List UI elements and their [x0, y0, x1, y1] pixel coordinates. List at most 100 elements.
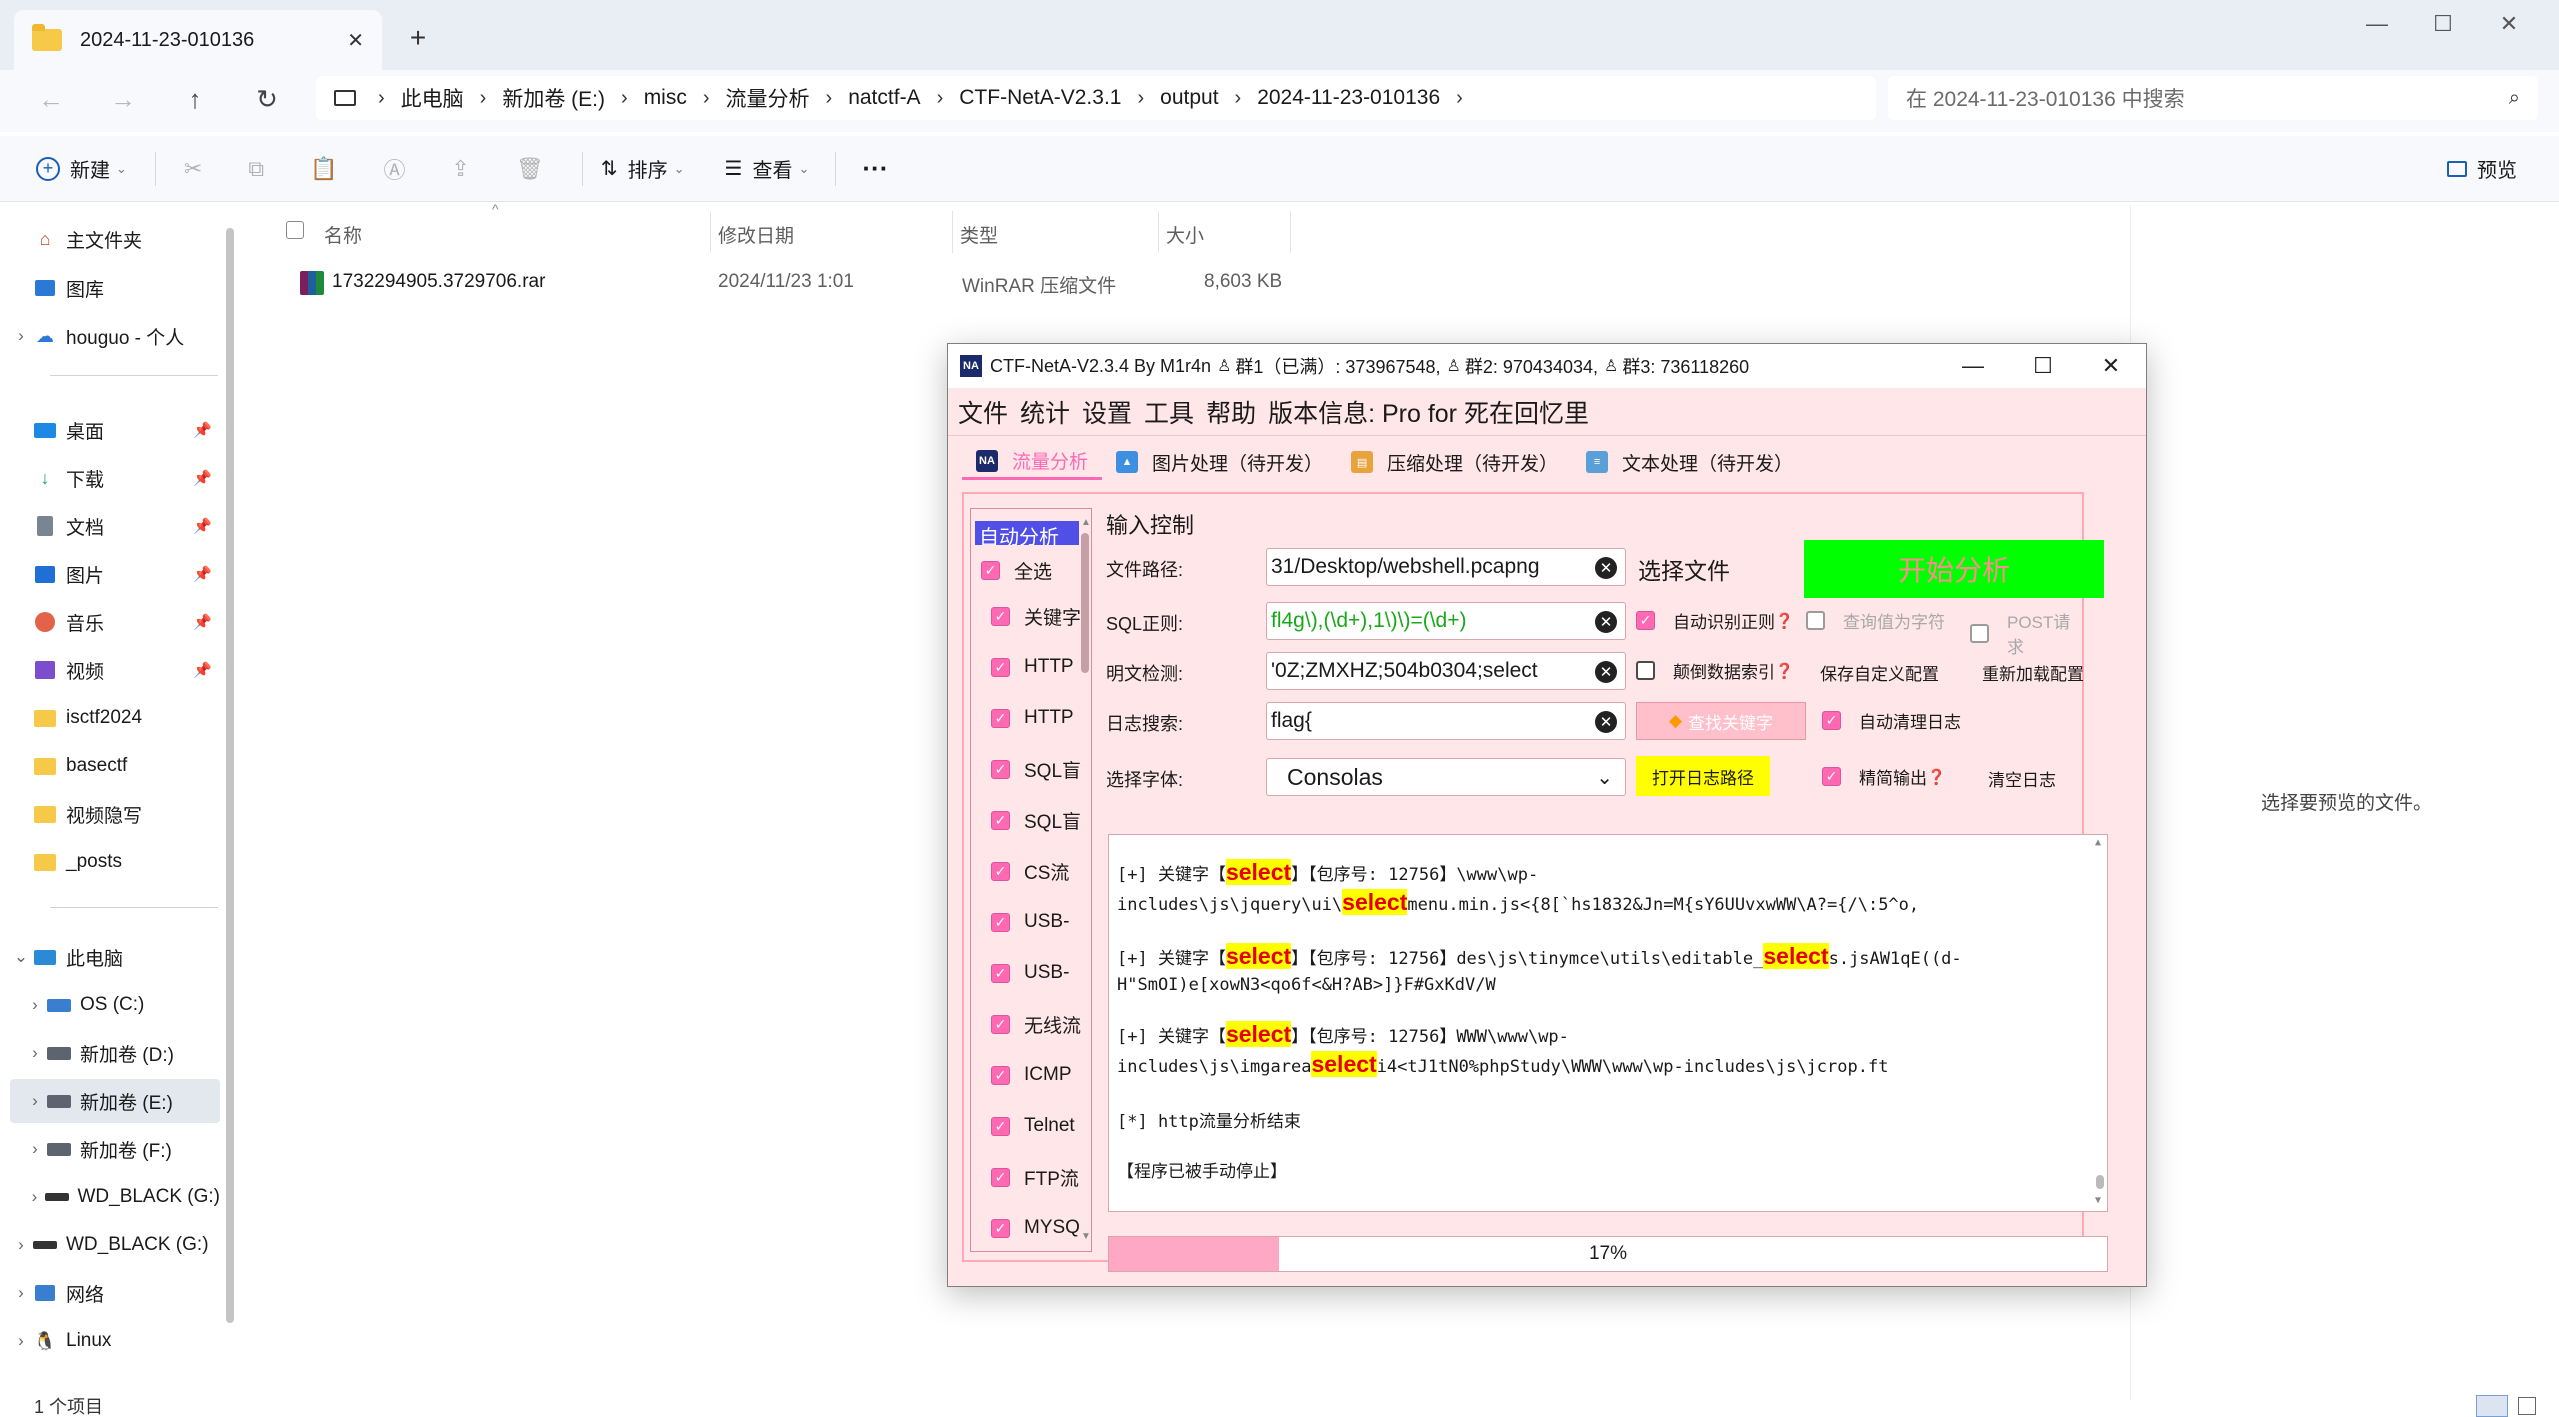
- font-select[interactable]: Consolas ⌄: [1266, 758, 1626, 796]
- breadcrumb-item[interactable]: 此电脑: [401, 83, 464, 113]
- chevron-right-icon[interactable]: ›: [24, 1187, 45, 1207]
- chevron-right-icon[interactable]: ›: [10, 326, 32, 346]
- tab-compression[interactable]: ▤ 压缩处理（待开发）: [1337, 444, 1572, 480]
- checkbox-unchecked[interactable]: [1806, 611, 1825, 630]
- back-button[interactable]: ←: [26, 74, 76, 124]
- address-bar[interactable]: › 此电脑 › 新加卷 (E:) › misc › 流量分析 › natctf-…: [316, 76, 1876, 120]
- query-as-char-option[interactable]: 查询值为字符: [1806, 608, 1945, 633]
- pin-icon[interactable]: 📌: [193, 421, 212, 439]
- clear-icon[interactable]: ✕: [1595, 711, 1617, 733]
- breadcrumb-item[interactable]: output: [1160, 86, 1218, 110]
- sidebar-item-drive-d[interactable]: › 新加卷 (D:): [10, 1031, 220, 1075]
- checkbox-checked[interactable]: ✓: [991, 1116, 1010, 1136]
- sidebar-item-documents[interactable]: 文档 📌: [10, 504, 220, 548]
- checkbox-checked[interactable]: ✓: [991, 657, 1010, 677]
- tab-traffic-analysis[interactable]: NA 流量分析: [962, 444, 1103, 480]
- view-button[interactable]: ☰ 查看 ⌄: [725, 154, 810, 183]
- option-sql-blind-1[interactable]: ✓ SQL盲: [991, 754, 1081, 784]
- chevron-right-icon[interactable]: ›: [10, 1283, 32, 1303]
- sidebar-item-home[interactable]: ⌂ 主文件夹: [10, 217, 220, 261]
- search-box[interactable]: 在 2024-11-23-010136 中搜索 ⌕: [1888, 76, 2538, 120]
- sort-button[interactable]: ⇅ 排序 ⌄: [601, 154, 685, 183]
- option-http-1[interactable]: ✓ HTTP: [991, 652, 1074, 682]
- minimize-button[interactable]: —: [2342, 4, 2412, 44]
- checkbox-checked[interactable]: ✓: [981, 560, 1000, 580]
- chevron-right-icon[interactable]: ›: [24, 995, 46, 1015]
- sidebar-item-posts[interactable]: _posts: [10, 840, 220, 884]
- option-icmp[interactable]: ✓ ICMP: [991, 1060, 1072, 1090]
- forward-button[interactable]: →: [98, 74, 148, 124]
- more-options-button[interactable]: ···: [862, 153, 888, 184]
- checkbox-checked[interactable]: ✓: [991, 861, 1010, 881]
- sidebar-item-this-pc[interactable]: ⌄ 此电脑: [10, 935, 220, 979]
- help-icon[interactable]: ❓: [1927, 768, 1946, 786]
- menu-file[interactable]: 文件: [958, 394, 1008, 430]
- cut-icon[interactable]: ✂: [184, 156, 202, 182]
- log-scrollbar[interactable]: ▲ ▼: [2093, 835, 2107, 1211]
- checkbox-checked[interactable]: ✓: [1636, 611, 1655, 630]
- refresh-button[interactable]: ↻: [242, 74, 292, 124]
- find-keyword-button[interactable]: ◆ 查找关键字: [1636, 702, 1806, 740]
- sql-regex-input[interactable]: fl4g\),(\d+),1\)\)=(\d+) ✕: [1266, 602, 1626, 640]
- option-sql-blind-2[interactable]: ✓ SQL盲: [991, 805, 1081, 835]
- up-button[interactable]: ↑: [170, 74, 220, 124]
- option-keyword[interactable]: ✓ 关键字: [991, 601, 1081, 631]
- checkbox-checked[interactable]: ✓: [991, 810, 1010, 830]
- reverse-index-option[interactable]: 颠倒数据索引 ❓: [1636, 658, 1794, 683]
- clear-icon[interactable]: ✕: [1595, 557, 1617, 579]
- sidebar-item-drive-f[interactable]: › 新加卷 (F:): [10, 1127, 220, 1171]
- pin-icon[interactable]: 📌: [193, 565, 212, 583]
- plaintext-input[interactable]: '0Z;ZMXHZ;504b0304;select ✕: [1266, 652, 1626, 690]
- breadcrumb-item[interactable]: 新加卷 (E:): [502, 83, 605, 113]
- option-mysql[interactable]: ✓ MYSQ: [991, 1213, 1080, 1243]
- start-analysis-button[interactable]: 开始分析: [1804, 540, 2104, 598]
- breadcrumb-item[interactable]: misc: [644, 86, 687, 110]
- open-log-path-button[interactable]: 打开日志路径: [1636, 756, 1770, 796]
- option-select-all[interactable]: ✓ 全选: [981, 555, 1052, 585]
- close-tab-icon[interactable]: ✕: [347, 28, 364, 53]
- chevron-right-icon[interactable]: ›: [24, 1139, 46, 1159]
- options-scrollbar[interactable]: ▲ ▼: [1079, 517, 1091, 1245]
- option-ftp[interactable]: ✓ FTP流: [991, 1162, 1079, 1192]
- close-window-button[interactable]: ✕: [2474, 4, 2544, 44]
- pin-icon[interactable]: 📌: [193, 613, 212, 631]
- close-button[interactable]: ✕: [2076, 344, 2146, 388]
- sidebar-item-video-stego[interactable]: 视频隐写: [10, 792, 220, 836]
- delete-icon[interactable]: 🗑: [516, 156, 544, 182]
- column-divider[interactable]: [1158, 211, 1159, 253]
- menu-version[interactable]: 版本信息: Pro for 死在回忆里: [1268, 394, 1589, 430]
- copy-icon[interactable]: ⧉: [248, 156, 264, 182]
- chevron-right-icon[interactable]: ›: [24, 1043, 46, 1063]
- scroll-up-icon[interactable]: ▲: [2095, 837, 2101, 848]
- scroll-down-icon[interactable]: ▼: [1081, 1231, 1091, 1242]
- checkbox-checked[interactable]: ✓: [991, 606, 1010, 626]
- new-button[interactable]: + 新建 ⌄: [36, 154, 127, 183]
- file-name[interactable]: 1732294905.3729706.rar: [332, 271, 545, 293]
- chevron-right-icon[interactable]: ›: [1456, 87, 1463, 110]
- menu-stats[interactable]: 统计: [1020, 394, 1070, 430]
- pin-icon[interactable]: 📌: [193, 517, 212, 535]
- sidebar-item-linux[interactable]: › 🐧 Linux: [10, 1319, 220, 1363]
- option-usb-2[interactable]: ✓ USB-: [991, 958, 1069, 988]
- sidebar-item-onedrive[interactable]: › ☁ houguo - 个人: [10, 314, 220, 358]
- help-icon[interactable]: ❓: [1775, 612, 1794, 630]
- pin-icon[interactable]: 📌: [193, 661, 212, 679]
- checkbox-checked[interactable]: ✓: [991, 1014, 1010, 1034]
- log-search-input[interactable]: flag{ ✕: [1266, 702, 1626, 740]
- checkbox-checked[interactable]: ✓: [1822, 711, 1841, 730]
- chevron-right-icon[interactable]: ›: [24, 1091, 46, 1111]
- checkbox-checked[interactable]: ✓: [991, 1065, 1010, 1085]
- tab-image-processing[interactable]: ▲ 图片处理（待开发）: [1102, 444, 1337, 480]
- maximize-button[interactable]: ☐: [2008, 344, 2078, 388]
- sidebar-item-desktop[interactable]: 桌面 📌: [10, 408, 220, 452]
- checkbox-checked[interactable]: ✓: [991, 1167, 1010, 1187]
- minimize-button[interactable]: —: [1938, 344, 2008, 388]
- sidebar-item-isctf2024[interactable]: isctf2024: [10, 696, 220, 740]
- breadcrumb-item[interactable]: 2024-11-23-010136: [1257, 86, 1440, 110]
- auto-clear-log-option[interactable]: ✓ 自动清理日志: [1822, 708, 1961, 733]
- sidebar-item-gallery[interactable]: 图库: [10, 266, 220, 310]
- tab-text-processing[interactable]: ≡ 文本处理（待开发）: [1572, 444, 1807, 480]
- checkbox-checked[interactable]: ✓: [991, 912, 1010, 932]
- choose-file-button[interactable]: 选择文件: [1638, 552, 1730, 586]
- scrollbar-thumb[interactable]: [1081, 533, 1089, 673]
